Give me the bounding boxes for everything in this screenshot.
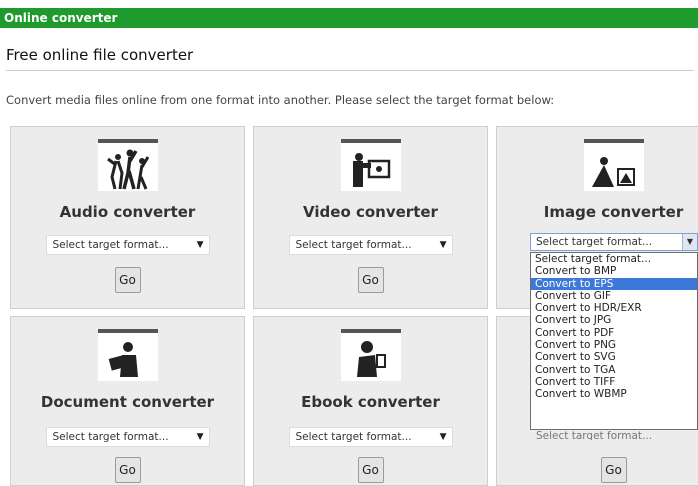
video-converter-card: Video converter Select target format... ▼…	[253, 126, 488, 309]
card-title: Audio converter	[59, 203, 196, 221]
dropdown-option[interactable]: Convert to EPS	[531, 277, 697, 290]
dropdown-option[interactable]: Convert to PNG	[531, 339, 697, 351]
dropdown-option[interactable]: Select target format...	[531, 253, 697, 265]
chevron-down-icon: ▼	[439, 432, 447, 442]
document-converter-card: Document converter Select target format.…	[10, 316, 245, 486]
card-title: Document converter	[40, 393, 215, 411]
dropdown-option[interactable]: Convert to WBMP	[531, 388, 697, 400]
dropdown-option[interactable]: Convert to HDR/EXR	[531, 302, 697, 314]
dropdown-option[interactable]: Convert to SVG	[531, 351, 697, 363]
image-target-format-select[interactable]: Select target format... ▼	[530, 233, 698, 251]
dropdown-option[interactable]: Convert to GIF	[531, 290, 697, 302]
document-reader-icon	[97, 329, 158, 381]
target-format-select[interactable]: Select target format... ▼	[288, 235, 453, 255]
card-title: Image converter	[543, 203, 684, 221]
target-format-select[interactable]: Select target format... ▼	[45, 427, 210, 447]
dropdown-option[interactable]: Convert to JPG	[531, 314, 697, 326]
audio-people-icon	[97, 139, 158, 191]
audio-converter-card: Audio converter Select target format... ▼…	[10, 126, 245, 309]
dropdown-option[interactable]: Convert to TIFF	[531, 376, 697, 388]
header-title: Online converter	[4, 11, 118, 25]
go-button[interactable]: Go	[114, 457, 141, 483]
video-camera-person-icon	[340, 139, 401, 191]
title-divider	[6, 70, 694, 71]
dropdown-option[interactable]: Convert to PDF	[531, 327, 697, 339]
go-button[interactable]: Go	[357, 267, 384, 293]
chevron-down-icon: ▼	[196, 432, 204, 442]
intro-text: Convert media files online from one form…	[6, 93, 555, 107]
target-format-select[interactable]: Select target format... ▼	[288, 427, 453, 447]
chevron-down-icon[interactable]: ▼	[682, 234, 697, 250]
select-behind-dropdown: Select target format...	[536, 430, 653, 440]
card-title: Video converter	[303, 203, 438, 221]
card-title: Ebook converter	[301, 393, 440, 411]
ebook-reader-icon	[340, 329, 401, 381]
page-title: Free online file converter	[6, 46, 194, 64]
image-photographer-icon	[583, 139, 644, 191]
target-format-select[interactable]: Select target format... ▼	[45, 235, 210, 255]
chevron-down-icon: ▼	[196, 240, 204, 250]
dropdown-option[interactable]: Convert to BMP	[531, 265, 697, 277]
go-button[interactable]: Go	[600, 457, 627, 483]
chevron-down-icon: ▼	[439, 240, 447, 250]
dropdown-option[interactable]: Convert to TGA	[531, 364, 697, 376]
header-bar: Online converter	[0, 8, 698, 28]
go-button[interactable]: Go	[357, 457, 384, 483]
ebook-converter-card: Ebook converter Select target format... ▼…	[253, 316, 488, 486]
format-dropdown-list: Select target format... Convert to BMP Con…	[530, 252, 698, 430]
go-button[interactable]: Go	[114, 267, 141, 293]
